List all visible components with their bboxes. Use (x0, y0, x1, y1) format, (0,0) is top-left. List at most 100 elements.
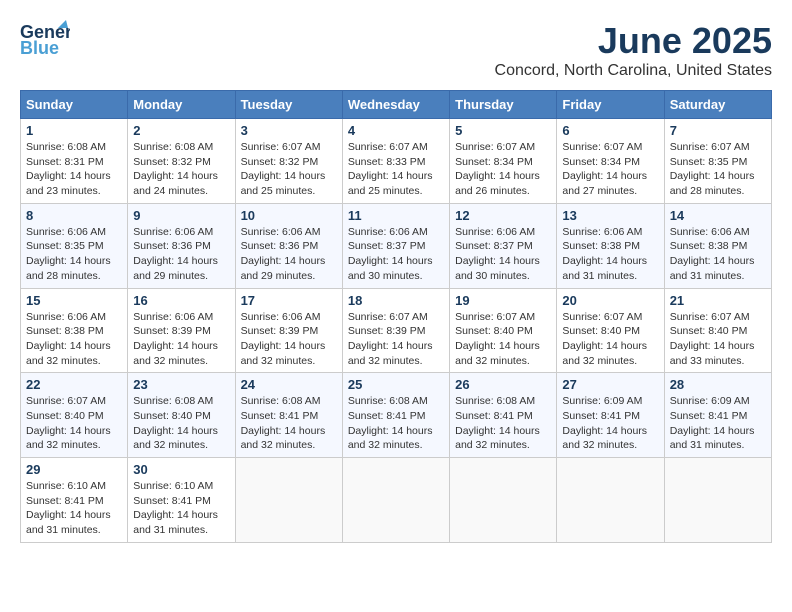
day-info: Sunrise: 6:10 AMSunset: 8:41 PMDaylight:… (133, 479, 229, 538)
calendar-day-18: 18 Sunrise: 6:07 AMSunset: 8:39 PMDayligh… (342, 288, 449, 373)
calendar-day-16: 16 Sunrise: 6:06 AMSunset: 8:39 PMDayligh… (128, 288, 235, 373)
logo-icon: General Blue (20, 20, 70, 65)
svg-text:Blue: Blue (20, 38, 59, 58)
day-number: 9 (133, 208, 229, 223)
day-number: 2 (133, 123, 229, 138)
calendar-week-4: 22 Sunrise: 6:07 AMSunset: 8:40 PMDayligh… (21, 373, 772, 458)
day-number: 1 (26, 123, 122, 138)
day-number: 29 (26, 462, 122, 477)
day-number: 12 (455, 208, 551, 223)
day-number: 5 (455, 123, 551, 138)
day-info: Sunrise: 6:08 AMSunset: 8:40 PMDaylight:… (133, 394, 229, 453)
calendar-day-21: 21 Sunrise: 6:07 AMSunset: 8:40 PMDayligh… (664, 288, 771, 373)
day-number: 23 (133, 377, 229, 392)
calendar-day-15: 15 Sunrise: 6:06 AMSunset: 8:38 PMDayligh… (21, 288, 128, 373)
calendar-week-5: 29 Sunrise: 6:10 AMSunset: 8:41 PMDayligh… (21, 458, 772, 543)
day-info: Sunrise: 6:08 AMSunset: 8:32 PMDaylight:… (133, 140, 229, 199)
day-number: 30 (133, 462, 229, 477)
day-info: Sunrise: 6:06 AMSunset: 8:38 PMDaylight:… (670, 225, 766, 284)
empty-cell (450, 458, 557, 543)
day-info: Sunrise: 6:07 AMSunset: 8:32 PMDaylight:… (241, 140, 337, 199)
calendar-table: SundayMondayTuesdayWednesdayThursdayFrid… (20, 90, 772, 543)
day-number: 3 (241, 123, 337, 138)
day-info: Sunrise: 6:08 AMSunset: 8:41 PMDaylight:… (241, 394, 337, 453)
day-number: 26 (455, 377, 551, 392)
day-number: 16 (133, 293, 229, 308)
calendar-day-5: 5 Sunrise: 6:07 AMSunset: 8:34 PMDaylight… (450, 119, 557, 204)
weekday-wednesday: Wednesday (342, 91, 449, 119)
day-number: 25 (348, 377, 444, 392)
day-number: 8 (26, 208, 122, 223)
day-info: Sunrise: 6:06 AMSunset: 8:36 PMDaylight:… (241, 225, 337, 284)
weekday-tuesday: Tuesday (235, 91, 342, 119)
weekday-friday: Friday (557, 91, 664, 119)
day-info: Sunrise: 6:08 AMSunset: 8:41 PMDaylight:… (455, 394, 551, 453)
day-number: 14 (670, 208, 766, 223)
calendar-day-14: 14 Sunrise: 6:06 AMSunset: 8:38 PMDayligh… (664, 203, 771, 288)
calendar-day-20: 20Sunrise: 6:07 AMSunset: 8:40 PMDayligh… (557, 288, 664, 373)
day-number: 7 (670, 123, 766, 138)
day-info: Sunrise: 6:06 AMSunset: 8:37 PMDaylight:… (348, 225, 444, 284)
title-area: June 2025 Concord, North Carolina, Unite… (495, 20, 772, 80)
calendar-day-30: 30 Sunrise: 6:10 AMSunset: 8:41 PMDayligh… (128, 458, 235, 543)
day-number: 17 (241, 293, 337, 308)
empty-cell (235, 458, 342, 543)
day-number: 21 (670, 293, 766, 308)
day-info: Sunrise: 6:06 AMSunset: 8:39 PMDaylight:… (241, 310, 337, 369)
calendar-day-13: 13Sunrise: 6:06 AMSunset: 8:38 PMDayligh… (557, 203, 664, 288)
calendar-day-24: 24 Sunrise: 6:08 AMSunset: 8:41 PMDayligh… (235, 373, 342, 458)
location: Concord, North Carolina, United States (495, 62, 772, 80)
day-info: Sunrise: 6:06 AMSunset: 8:36 PMDaylight:… (133, 225, 229, 284)
calendar-day-2: 2 Sunrise: 6:08 AMSunset: 8:32 PMDaylight… (128, 119, 235, 204)
calendar-day-25: 25 Sunrise: 6:08 AMSunset: 8:41 PMDayligh… (342, 373, 449, 458)
calendar-day-6: 6Sunrise: 6:07 AMSunset: 8:34 PMDaylight… (557, 119, 664, 204)
day-info: Sunrise: 6:06 AMSunset: 8:38 PMDaylight:… (562, 225, 658, 284)
day-info: Sunrise: 6:07 AMSunset: 8:35 PMDaylight:… (670, 140, 766, 199)
day-number: 15 (26, 293, 122, 308)
day-info: Sunrise: 6:07 AMSunset: 8:34 PMDaylight:… (455, 140, 551, 199)
calendar-day-7: 7 Sunrise: 6:07 AMSunset: 8:35 PMDaylight… (664, 119, 771, 204)
logo: General Blue (20, 20, 70, 65)
day-info: Sunrise: 6:07 AMSunset: 8:34 PMDaylight:… (562, 140, 658, 199)
calendar-day-4: 4Sunrise: 6:07 AMSunset: 8:33 PMDaylight… (342, 119, 449, 204)
day-info: Sunrise: 6:06 AMSunset: 8:35 PMDaylight:… (26, 225, 122, 284)
weekday-thursday: Thursday (450, 91, 557, 119)
calendar-week-3: 15 Sunrise: 6:06 AMSunset: 8:38 PMDayligh… (21, 288, 772, 373)
day-number: 19 (455, 293, 551, 308)
calendar-week-2: 8 Sunrise: 6:06 AMSunset: 8:35 PMDaylight… (21, 203, 772, 288)
day-info: Sunrise: 6:07 AMSunset: 8:39 PMDaylight:… (348, 310, 444, 369)
day-number: 24 (241, 377, 337, 392)
day-info: Sunrise: 6:10 AMSunset: 8:41 PMDaylight:… (26, 479, 122, 538)
calendar-day-19: 19Sunrise: 6:07 AMSunset: 8:40 PMDayligh… (450, 288, 557, 373)
day-info: Sunrise: 6:06 AMSunset: 8:37 PMDaylight:… (455, 225, 551, 284)
calendar-day-23: 23 Sunrise: 6:08 AMSunset: 8:40 PMDayligh… (128, 373, 235, 458)
calendar-header: SundayMondayTuesdayWednesdayThursdayFrid… (21, 91, 772, 119)
day-info: Sunrise: 6:07 AMSunset: 8:40 PMDaylight:… (26, 394, 122, 453)
day-number: 11 (348, 208, 444, 223)
calendar-day-8: 8 Sunrise: 6:06 AMSunset: 8:35 PMDaylight… (21, 203, 128, 288)
day-info: Sunrise: 6:07 AMSunset: 8:40 PMDaylight:… (670, 310, 766, 369)
day-info: Sunrise: 6:06 AMSunset: 8:39 PMDaylight:… (133, 310, 229, 369)
day-number: 28 (670, 377, 766, 392)
day-info: Sunrise: 6:08 AMSunset: 8:41 PMDaylight:… (348, 394, 444, 453)
day-number: 22 (26, 377, 122, 392)
day-number: 20 (562, 293, 658, 308)
weekday-monday: Monday (128, 91, 235, 119)
calendar-day-3: 3 Sunrise: 6:07 AMSunset: 8:32 PMDaylight… (235, 119, 342, 204)
day-info: Sunrise: 6:06 AMSunset: 8:38 PMDaylight:… (26, 310, 122, 369)
day-number: 18 (348, 293, 444, 308)
calendar-day-17: 17 Sunrise: 6:06 AMSunset: 8:39 PMDayligh… (235, 288, 342, 373)
calendar-day-12: 12 Sunrise: 6:06 AMSunset: 8:37 PMDayligh… (450, 203, 557, 288)
calendar-day-26: 26 Sunrise: 6:08 AMSunset: 8:41 PMDayligh… (450, 373, 557, 458)
day-number: 4 (348, 123, 444, 138)
month-title: June 2025 (495, 20, 772, 62)
calendar-day-11: 11 Sunrise: 6:06 AMSunset: 8:37 PMDayligh… (342, 203, 449, 288)
day-number: 10 (241, 208, 337, 223)
day-info: Sunrise: 6:08 AMSunset: 8:31 PMDaylight:… (26, 140, 122, 199)
calendar-day-28: 28Sunrise: 6:09 AMSunset: 8:41 PMDayligh… (664, 373, 771, 458)
calendar-day-1: 1 Sunrise: 6:08 AMSunset: 8:31 PMDaylight… (21, 119, 128, 204)
weekday-header-row: SundayMondayTuesdayWednesdayThursdayFrid… (21, 91, 772, 119)
weekday-sunday: Sunday (21, 91, 128, 119)
empty-cell (557, 458, 664, 543)
calendar-day-22: 22 Sunrise: 6:07 AMSunset: 8:40 PMDayligh… (21, 373, 128, 458)
